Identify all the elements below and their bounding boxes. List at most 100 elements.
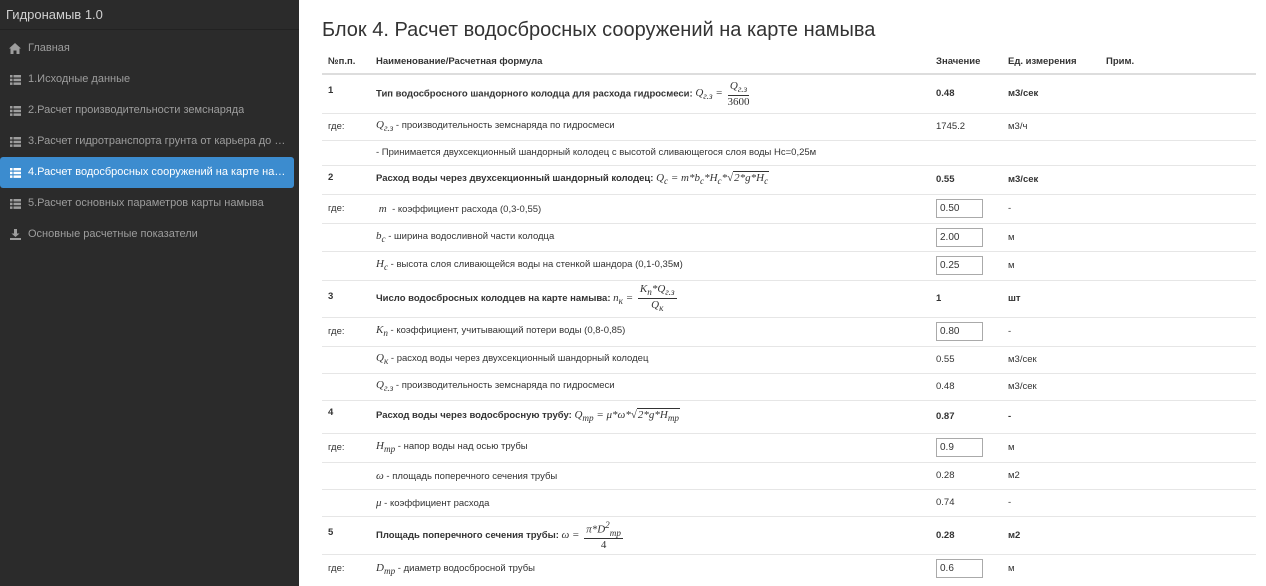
sidebar-item-input-data[interactable]: 1.Исходные данные [0,64,299,95]
table-row: где: Kп - коэффициент, учитывающий потер… [322,316,1256,346]
row-num: 2 [322,164,370,194]
row-value: 0.48 [930,372,1002,400]
row-title-text: Расход воды через водосбросную трубу: [376,410,572,422]
row-desc: Qг.з - производительность земснаряда по … [370,372,930,400]
row-unit: м2 [1002,461,1100,489]
list-icon [9,64,21,95]
table-row: ω - площадь поперечного сечения трубы 0.… [322,461,1256,489]
symbol-q: Qг.з [376,379,394,394]
row-title-text: Площадь поперечного сечения трубы: [376,529,559,541]
sidebar-item-label: 1.Исходные данные [28,73,131,85]
row-num: 5 [322,515,370,554]
symbol-qk: Qк [376,352,389,367]
row-unit: шт [1002,279,1100,317]
sidebar-item-label: 4.Расчет водосбросных сооружений на карт… [28,166,286,178]
where-label: где: [322,432,370,462]
row-unit: м3/сек [1002,73,1100,113]
list-icon [9,157,21,188]
symbol-m: m [376,202,390,215]
table-row: 4 Расход воды через водосбросную трубу: … [322,399,1256,433]
table-row: bc - ширина водосливной части колодца м [322,222,1256,251]
sidebar-item-label: 3.Расчет гидротранспорта грунта от карье… [28,135,286,147]
page-title: Блок 4. Расчет водосбросных сооружений н… [322,19,876,41]
pipe-diameter-input[interactable] [936,559,983,579]
row-unit: - [1002,399,1100,433]
list-icon [9,95,21,126]
row-title: Расход воды через водосбросную трубу: Qт… [370,399,930,433]
row-num: 4 [322,399,370,433]
sidebar: Гидронамыв 1.0 Главная 1.Исходные данные… [0,0,299,586]
row-unit: м [1002,250,1100,280]
row-unit: м3/сек [1002,164,1100,194]
row-title-text: Число водосбросных колодцев на карте нам… [376,293,611,305]
calculation-table: №п.п. Наименование/Расчетная формула Зна… [322,49,1256,583]
col-value-header: Значение [930,49,1002,75]
sidebar-item-spillway[interactable]: 4.Расчет водосбросных сооружений на карт… [0,157,294,188]
table-row: 1 Тип водосбросного шандорного колодца д… [322,73,1256,113]
table-row: - Принимается двухсекционный шандорный к… [322,139,1256,165]
row-desc: Dтр - диаметр водосбросной трубы [370,553,930,583]
table-row: 2 Расход воды через двухсекционный шандо… [322,164,1256,194]
sidebar-item-dredger[interactable]: 2.Расчет производительности земснаряда [0,95,299,126]
row-unit: - [1002,316,1100,346]
col-note-header: Прим. [1100,49,1256,75]
sidebar-item-label: Главная [28,42,70,54]
row-value: 1 [930,279,1002,317]
row-title: Расход воды через двухсекционный шандорн… [370,164,930,194]
table-row: Hc - высота слоя сливающейся воды на сте… [322,250,1256,280]
row-desc: ω - площадь поперечного сечения трубы [370,461,930,489]
row-unit: м [1002,432,1100,462]
water-loss-coefficient-input[interactable] [936,322,983,341]
row-desc: - Принимается двухсекционный шандорный к… [370,139,930,165]
row-unit: - [1002,488,1100,516]
pipe-head-input[interactable] [936,438,983,457]
row-title: Тип водосбросного шандорного колодца для… [370,73,930,113]
sidebar-item-label: 5.Расчет основных параметров карты намыв… [28,197,264,209]
table-row: 5 Площадь поперечного сечения трубы: ω =… [322,515,1256,554]
row-title-text: Тип водосбросного шандорного колодца для… [376,88,693,100]
table-row: где: Hтр - напор воды над осью трубы м [322,432,1256,462]
sidebar-item-label: 2.Расчет производительности земснаряда [28,104,245,116]
where-label: где: [322,316,370,346]
spillway-width-input[interactable] [936,227,983,247]
sidebar-item-summary[interactable]: Основные расчетные показатели [0,219,299,250]
app-title[interactable]: Гидронамыв 1.0 [0,0,299,30]
table-row: Qк - расход воды через двухсекционный ша… [322,345,1256,373]
row-unit: м2 [1002,515,1100,554]
sidebar-item-home[interactable]: Главная [0,33,299,64]
row-desc: Kп - коэффициент, учитывающий потери вод… [370,316,930,346]
formula-omega: ω = π*D2тр 4 [561,519,623,552]
symbol-b: bc [376,229,386,245]
formula-q-pipe: Qтр = μ*ω*√2*g*Hтр [574,408,681,424]
water-layer-height-input[interactable] [936,256,983,275]
table-header-row: №п.п. Наименование/Расчетная формула Зна… [322,49,1256,75]
row-num: 3 [322,279,370,317]
row-title: Число водосбросных колодцев на карте нам… [370,279,930,317]
main-content: Блок 4. Расчет водосбросных сооружений н… [322,0,1256,583]
row-unit: м3/ч [1002,112,1100,140]
row-unit: м [1002,553,1100,583]
download-icon [9,219,21,250]
list-icon [9,188,21,219]
row-desc: Hc - высота слоя сливающейся воды на сте… [370,250,930,280]
row-value: 0.55 [930,164,1002,194]
formula-n-wells: nк = Kп*Qг.з Qк [613,282,677,314]
table-row: Qг.з - производительность земснаряда по … [322,372,1256,400]
row-desc: Qг.з - производительность земснаряда по … [370,112,930,140]
row-title: Площадь поперечного сечения трубы: ω = π… [370,515,930,554]
sidebar-item-map-params[interactable]: 5.Расчет основных параметров карты намыв… [0,188,299,219]
symbol-h-pipe: Hтр [376,440,396,455]
row-desc: Hтр - напор воды над осью трубы [370,432,930,462]
row-value: 0.55 [930,345,1002,373]
sidebar-item-hydrotransport[interactable]: 3.Расчет гидротранспорта грунта от карье… [0,126,299,157]
row-unit: - [1002,193,1100,223]
row-unit: м3/сек [1002,372,1100,400]
row-value: 0.87 [930,399,1002,433]
row-value: 0.28 [930,515,1002,554]
where-label: где: [322,193,370,223]
row-value: 0.48 [930,73,1002,113]
discharge-coefficient-input[interactable] [936,199,983,218]
table-row: где: Dтр - диаметр водосбросной трубы м [322,553,1256,583]
row-num: 1 [322,73,370,113]
row-value: 1745.2 [930,112,1002,140]
